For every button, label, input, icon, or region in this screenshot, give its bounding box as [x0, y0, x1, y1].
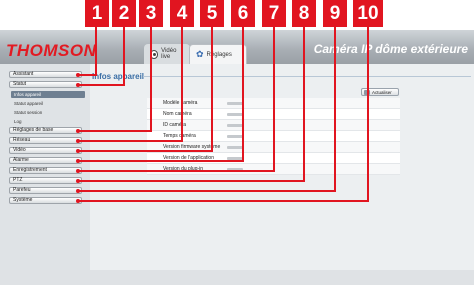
submenu-infos-appareil[interactable]: Infos appareil: [11, 91, 85, 98]
submenu-statut-appareil[interactable]: Statut appareil: [14, 100, 43, 107]
menu-assistant[interactable]: Assistant: [9, 71, 82, 78]
thomson-logo: THOMSON: [6, 41, 97, 60]
product-title: Caméra IP dôme extérieure: [313, 42, 468, 56]
connector-line: [334, 27, 336, 191]
blurred-value: [227, 102, 243, 105]
settings-icon: ✿: [196, 49, 204, 59]
connector-dot: [76, 189, 80, 193]
submenu-statut-session[interactable]: Statut session: [14, 109, 42, 116]
connector-line: [78, 150, 213, 152]
connector-line: [78, 130, 152, 132]
connector-line: [242, 27, 244, 161]
connector-line: [150, 27, 152, 131]
callout-1: 1: [85, 0, 109, 27]
callout-8: 8: [292, 0, 316, 27]
connector-line: [123, 27, 125, 85]
callout-5: 5: [200, 0, 224, 27]
connector-line: [78, 190, 336, 192]
connector-line: [78, 74, 97, 76]
submenu-log[interactable]: Log: [14, 118, 22, 125]
menu-reglages-de-base[interactable]: Réglages de base: [9, 127, 82, 134]
connector-dot: [76, 83, 80, 87]
connector-line: [95, 27, 97, 75]
blurred-value: [227, 146, 243, 149]
panel-title: Infos appareil: [92, 72, 145, 81]
connector-line: [181, 27, 183, 141]
blurred-value: [227, 113, 243, 116]
menu-reseau[interactable]: Réseau: [9, 137, 82, 144]
connector-dot: [76, 73, 80, 77]
callout-4: 4: [170, 0, 194, 27]
connector-line: [273, 27, 275, 171]
callout-7: 7: [262, 0, 286, 27]
connector-line: [303, 27, 305, 181]
menu-ptz[interactable]: PTZ: [9, 177, 82, 184]
callout-3: 3: [139, 0, 163, 27]
connector-line: [78, 200, 369, 202]
blurred-value: [227, 124, 243, 127]
blurred-value: [227, 135, 243, 138]
menu-systeme[interactable]: Système: [9, 197, 82, 204]
footer-bar: [0, 270, 474, 285]
menu-video[interactable]: Vidéo: [9, 147, 82, 154]
connector-dot: [76, 149, 80, 153]
callout-10: 10: [353, 0, 383, 27]
callout-9: 9: [323, 0, 347, 27]
connector-dot: [76, 169, 80, 173]
connector-line: [78, 180, 305, 182]
callout-2: 2: [112, 0, 136, 27]
tab-settings[interactable]: ✿ Réglages: [189, 44, 247, 64]
menu-enregistrement[interactable]: Enregistrement: [9, 167, 82, 174]
app-header: THOMSON Vidéo live ✿ Réglages Caméra IP …: [0, 30, 474, 64]
connector-dot: [76, 139, 80, 143]
menu-alarme[interactable]: Alarme: [9, 157, 82, 164]
connector-line: [211, 27, 213, 151]
menu-statut[interactable]: Statut: [9, 81, 82, 88]
connector-dot: [76, 159, 80, 163]
connector-line: [78, 170, 275, 172]
row-label-name: Nom caméra: [163, 111, 192, 117]
connector-line: [78, 160, 244, 162]
title-divider: [143, 76, 471, 77]
connector-line: [78, 84, 125, 86]
connector-line: [367, 27, 369, 201]
menu-parefeu[interactable]: Parefeu: [9, 187, 82, 194]
connector-dot: [76, 129, 80, 133]
refresh-label: Actualiser: [372, 90, 392, 95]
row-label-app-version: Version de l'application: [163, 155, 214, 161]
callout-6: 6: [231, 0, 255, 27]
connector-dot: [76, 179, 80, 183]
connector-line: [78, 140, 183, 142]
connector-dot: [76, 199, 80, 203]
